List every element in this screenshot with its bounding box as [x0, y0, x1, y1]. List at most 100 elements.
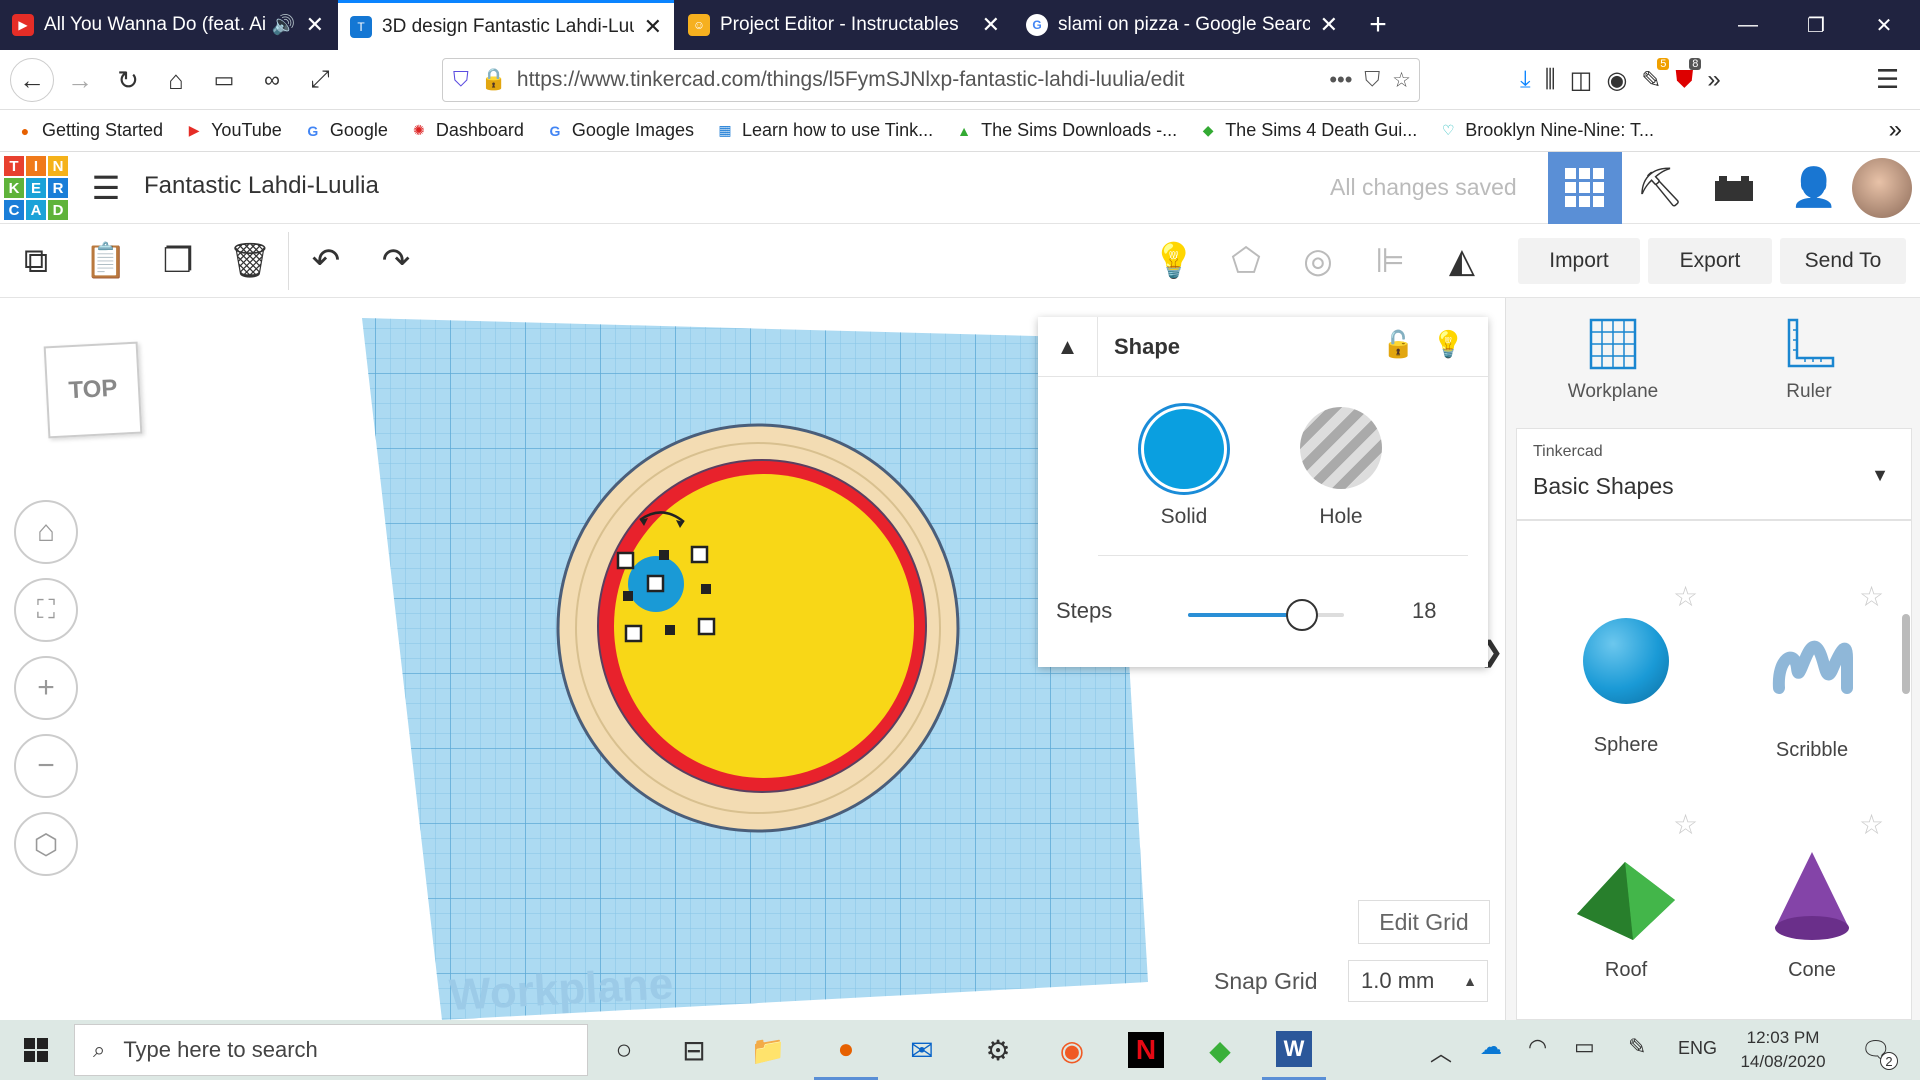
- netflix-icon[interactable]: N: [1114, 1020, 1178, 1080]
- bookmark-sims-death-guide[interactable]: ◆ The Sims 4 Death Gui...: [1199, 120, 1417, 141]
- forward-icon[interactable]: →: [60, 60, 100, 100]
- edit-grid-button[interactable]: Edit Grid: [1358, 900, 1490, 944]
- address-bar[interactable]: ⛉ 🔒 https://www.tinkercad.com/things/l5F…: [442, 58, 1420, 102]
- back-icon[interactable]: ←: [10, 58, 54, 102]
- zoom-out-icon[interactable]: −: [14, 734, 78, 798]
- shape-sphere[interactable]: Sphere: [1566, 618, 1686, 757]
- import-button[interactable]: Import: [1518, 238, 1640, 284]
- account-icon[interactable]: ◉: [1606, 66, 1627, 95]
- mask-icon[interactable]: ∞: [252, 60, 292, 100]
- lightbulb-icon[interactable]: 💡: [1146, 234, 1202, 288]
- hole-option[interactable]: [1300, 407, 1382, 489]
- tinkercad-logo[interactable]: T I N K E R C A D: [4, 156, 68, 220]
- cortana-icon[interactable]: ○: [592, 1020, 656, 1080]
- close-tab-icon[interactable]: ✕: [982, 12, 1000, 38]
- export-button[interactable]: Export: [1648, 238, 1772, 284]
- origin-icon[interactable]: ◉: [1040, 1020, 1104, 1080]
- notifications-icon[interactable]: 🗨 2: [1856, 1032, 1898, 1070]
- perspective-cube-icon[interactable]: ⬡: [14, 812, 78, 876]
- file-explorer-icon[interactable]: 📁: [736, 1020, 800, 1080]
- design-list-icon[interactable]: ☰: [86, 168, 126, 208]
- close-window-icon[interactable]: ✕: [1854, 0, 1914, 50]
- new-tab-button[interactable]: +: [1358, 0, 1398, 50]
- steps-slider-thumb[interactable]: [1285, 599, 1318, 631]
- library-select[interactable]: Tinkercad Basic Shapes ▼: [1516, 428, 1912, 520]
- sidebar-icon[interactable]: ◫: [1570, 66, 1593, 95]
- favorite-star-icon[interactable]: ☆: [1859, 808, 1884, 841]
- bookmark-star-icon[interactable]: ☆: [1392, 68, 1411, 93]
- shape-roof[interactable]: Roof: [1566, 848, 1686, 982]
- copy-icon[interactable]: ⧉: [8, 234, 64, 288]
- language-indicator[interactable]: ENG: [1678, 1038, 1717, 1059]
- bookmark-google[interactable]: G Google: [304, 120, 388, 141]
- battery-icon[interactable]: ▭: [1574, 1034, 1595, 1060]
- onedrive-icon[interactable]: ☁: [1480, 1034, 1502, 1060]
- minimize-icon[interactable]: —: [1718, 0, 1778, 50]
- bookmark-google-images[interactable]: G Google Images: [546, 120, 694, 141]
- reader-icon[interactable]: ▭: [204, 60, 244, 100]
- bookmark-brooklyn[interactable]: ♡ Brooklyn Nine-Nine: T...: [1439, 120, 1654, 141]
- reload-icon[interactable]: ↻: [108, 60, 148, 100]
- favorite-star-icon[interactable]: ☆: [1673, 808, 1698, 841]
- speaker-icon[interactable]: 🔊: [272, 13, 296, 37]
- favorite-star-icon[interactable]: ☆: [1673, 580, 1698, 613]
- send-to-button[interactable]: Send To: [1780, 238, 1906, 284]
- pizza-cheese[interactable]: [614, 474, 914, 778]
- outlook-icon[interactable]: ✉: [890, 1020, 954, 1080]
- align-icon[interactable]: ⊫: [1362, 234, 1418, 288]
- steps-value[interactable]: 18: [1412, 598, 1436, 624]
- bookmarks-overflow-icon[interactable]: »: [1889, 116, 1902, 144]
- bookmark-sims-downloads[interactable]: ▲ The Sims Downloads -...: [955, 120, 1177, 141]
- task-view-icon[interactable]: ⊟: [662, 1020, 726, 1080]
- ublock-icon[interactable]: ⛊ 8: [1675, 58, 1702, 94]
- favorite-star-icon[interactable]: ☆: [1859, 580, 1884, 613]
- close-tab-icon[interactable]: ✕: [1320, 12, 1338, 38]
- bookmark-dashboard[interactable]: ✺ Dashboard: [410, 120, 524, 141]
- menu-icon[interactable]: ☰: [1876, 64, 1899, 95]
- avatar[interactable]: [1852, 158, 1912, 218]
- workplane-tool[interactable]: Workplane: [1558, 316, 1668, 403]
- mirror-icon[interactable]: ◭: [1434, 234, 1490, 288]
- overflow-icon[interactable]: »: [1707, 66, 1720, 94]
- invite-user-icon[interactable]: 👤: [1786, 162, 1842, 214]
- windows-start-icon[interactable]: [4, 1020, 68, 1080]
- ruler-tool[interactable]: Ruler: [1764, 316, 1854, 403]
- tab-youtube[interactable]: ▶ All You Wanna Do (feat. Aim 🔊 ✕: [0, 0, 336, 50]
- restore-icon[interactable]: ❐: [1786, 0, 1846, 50]
- view-cube[interactable]: TOP: [43, 341, 143, 439]
- wifi-icon[interactable]: ◠: [1528, 1034, 1547, 1060]
- bookmark-learn-tinkercad[interactable]: ▦ Learn how to use Tink...: [716, 120, 933, 141]
- sims-plumbob-icon[interactable]: ◆: [1188, 1020, 1252, 1080]
- tab-google-search[interactable]: G slami on pizza - Google Search ✕: [1014, 0, 1350, 50]
- taskbar-search-box[interactable]: ⌕ Type here to search: [74, 1024, 588, 1076]
- firefox-taskbar-icon[interactable]: ●: [814, 1020, 878, 1080]
- design-title[interactable]: Fantastic Lahdi-Luulia: [144, 172, 379, 200]
- settings-gear-icon[interactable]: ⚙: [966, 1020, 1030, 1080]
- scrollbar[interactable]: [1902, 614, 1910, 694]
- shield-icon[interactable]: ⛉: [453, 68, 469, 92]
- clock[interactable]: 12:03 PM 14/08/2020: [1738, 1026, 1828, 1074]
- bookmark-youtube[interactable]: ▶ YouTube: [185, 120, 282, 141]
- library-icon[interactable]: ⫼: [1545, 66, 1556, 94]
- download-icon[interactable]: ⤓: [1520, 66, 1531, 94]
- tray-chevron-up-icon[interactable]: ︿: [1430, 1036, 1452, 1068]
- redo-icon[interactable]: ↷: [368, 234, 424, 288]
- undo-icon[interactable]: ↶: [298, 234, 354, 288]
- steps-slider-track[interactable]: [1188, 599, 1344, 631]
- unlock-icon[interactable]: 🔓: [1382, 329, 1414, 360]
- solid-option[interactable]: [1138, 403, 1230, 495]
- 3d-view-button[interactable]: [1548, 152, 1622, 224]
- extension-icon[interactable]: ✎ 5: [1641, 57, 1670, 95]
- lightbulb-icon[interactable]: 💡: [1432, 329, 1464, 360]
- expand-icon[interactable]: ⤢: [300, 60, 340, 100]
- close-tab-icon[interactable]: ✕: [644, 14, 662, 40]
- word-icon[interactable]: W: [1262, 1020, 1326, 1080]
- pen-icon[interactable]: ✎: [1628, 1034, 1646, 1060]
- snap-grid-select[interactable]: 1.0 mm ▲: [1348, 960, 1488, 1002]
- close-tab-icon[interactable]: ✕: [306, 12, 324, 38]
- zoom-in-icon[interactable]: +: [14, 656, 78, 720]
- fit-view-icon[interactable]: ⛶: [14, 578, 78, 642]
- shape-scribble[interactable]: Scribble: [1752, 618, 1872, 762]
- group-icon[interactable]: ⬠: [1218, 234, 1274, 288]
- tab-tinkercad[interactable]: T 3D design Fantastic Lahdi-Luuli ✕: [338, 0, 674, 50]
